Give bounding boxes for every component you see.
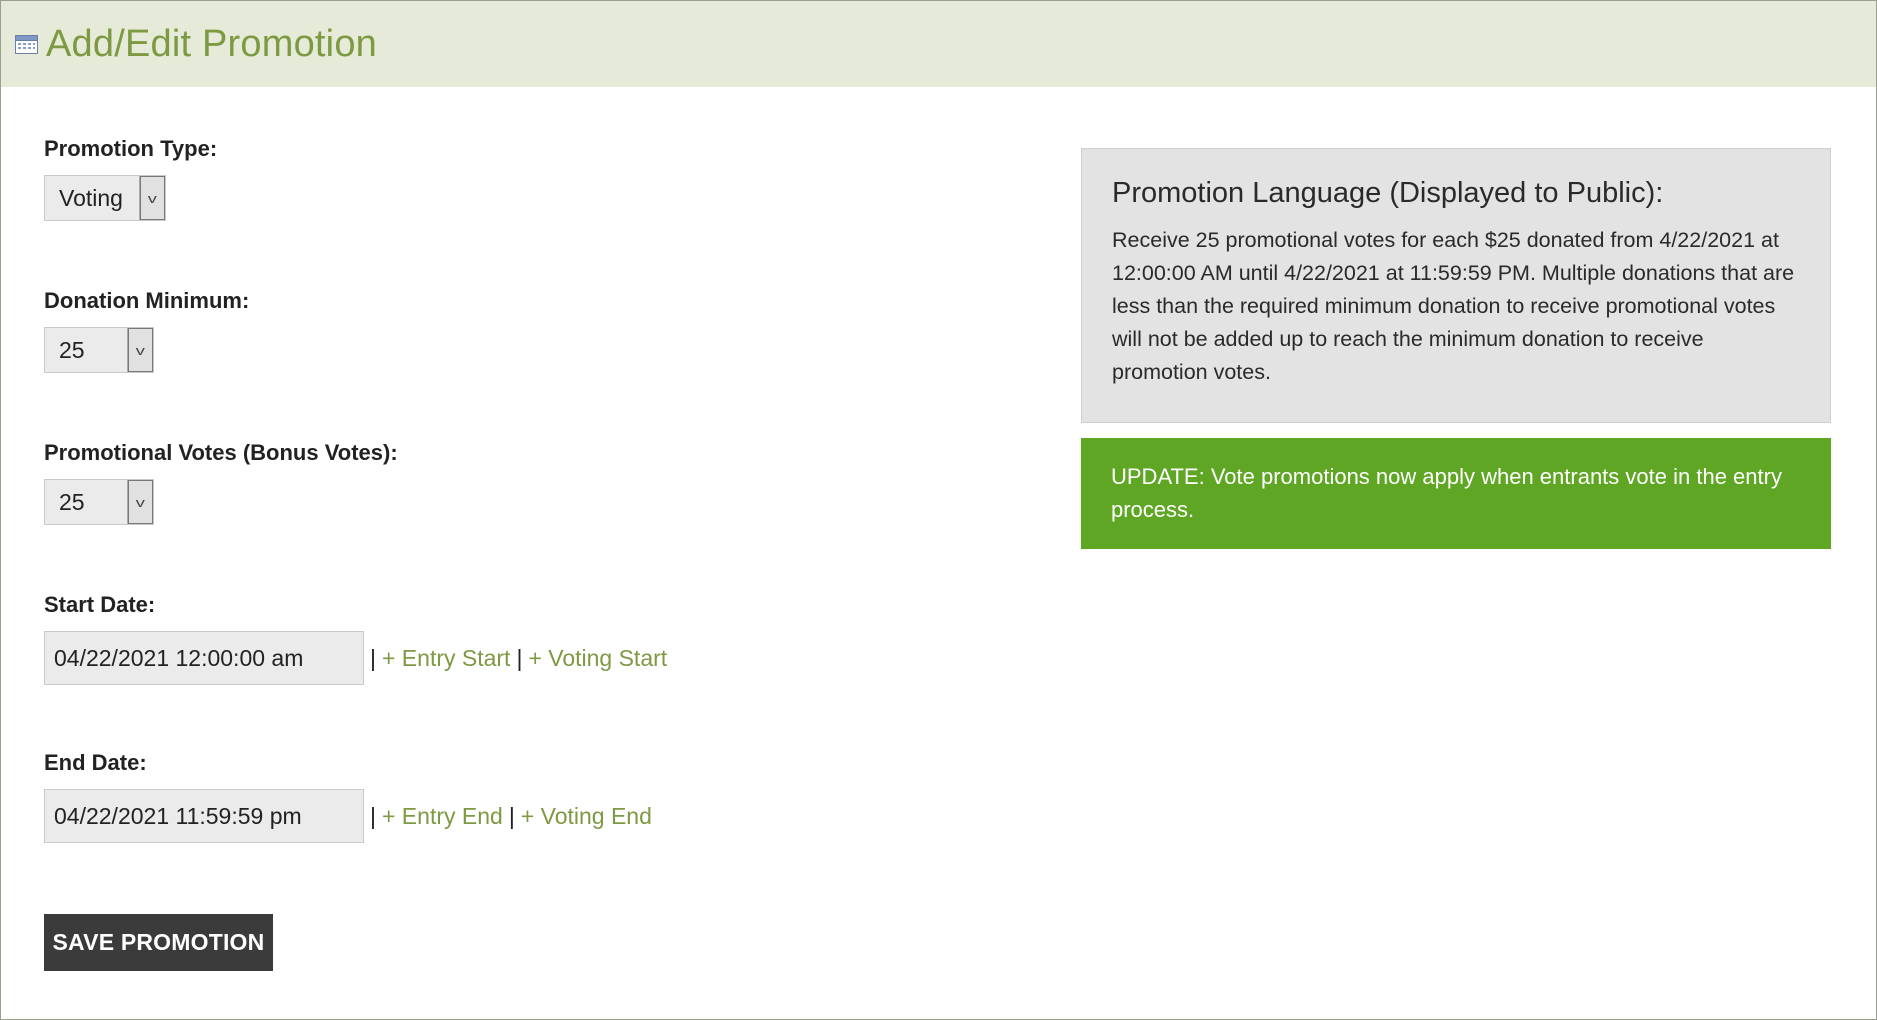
update-notice: UPDATE: Vote promotions now apply when e… (1081, 438, 1831, 549)
promotion-language-box: Promotion Language (Displayed to Public)… (1081, 148, 1831, 423)
entry-end-link[interactable]: + Entry End (382, 803, 503, 830)
separator: | (516, 644, 523, 671)
promotion-type-select[interactable]: Voting v (44, 175, 166, 221)
separator: | (370, 644, 376, 671)
end-date-row: 04/22/2021 11:59:59 pm | + Entry End | +… (44, 789, 652, 843)
promotion-language-title: Promotion Language (Displayed to Public)… (1112, 177, 1664, 209)
separator: | (508, 802, 515, 829)
chevron-down-icon[interactable]: v (127, 480, 153, 524)
page-title: Add/Edit Promotion (46, 22, 377, 65)
start-date-input[interactable]: 04/22/2021 12:00:00 am (44, 631, 364, 685)
chevron-down-icon[interactable]: v (127, 328, 153, 372)
voting-start-link[interactable]: + Voting Start (528, 645, 667, 672)
calendar-icon (15, 34, 38, 54)
promotional-votes-select[interactable]: 25 v (44, 479, 154, 525)
separator: | (370, 802, 376, 829)
promotion-language-text: Receive 25 promotional votes for each $2… (1112, 228, 1795, 384)
start-date-label: Start Date: (44, 592, 156, 617)
donation-minimum-value: 25 (59, 336, 85, 363)
promotion-type-value: Voting (59, 184, 123, 211)
start-date-row: 04/22/2021 12:00:00 am | + Entry Start |… (44, 631, 667, 685)
donation-minimum-select[interactable]: 25 v (44, 327, 154, 373)
chevron-down-icon[interactable]: v (139, 176, 165, 220)
end-date-label: End Date: (44, 750, 147, 775)
save-promotion-button[interactable]: SAVE PROMOTION (44, 914, 273, 971)
donation-minimum-label: Donation Minimum: (44, 288, 250, 313)
entry-start-link[interactable]: + Entry Start (382, 645, 510, 672)
promotional-votes-label: Promotional Votes (Bonus Votes): (44, 440, 398, 465)
promotional-votes-value: 25 (59, 488, 85, 515)
page-header: Add/Edit Promotion (1, 1, 1876, 87)
promotion-type-label: Promotion Type: (44, 136, 218, 161)
end-date-input[interactable]: 04/22/2021 11:59:59 pm (44, 789, 364, 843)
voting-end-link[interactable]: + Voting End (521, 803, 652, 830)
